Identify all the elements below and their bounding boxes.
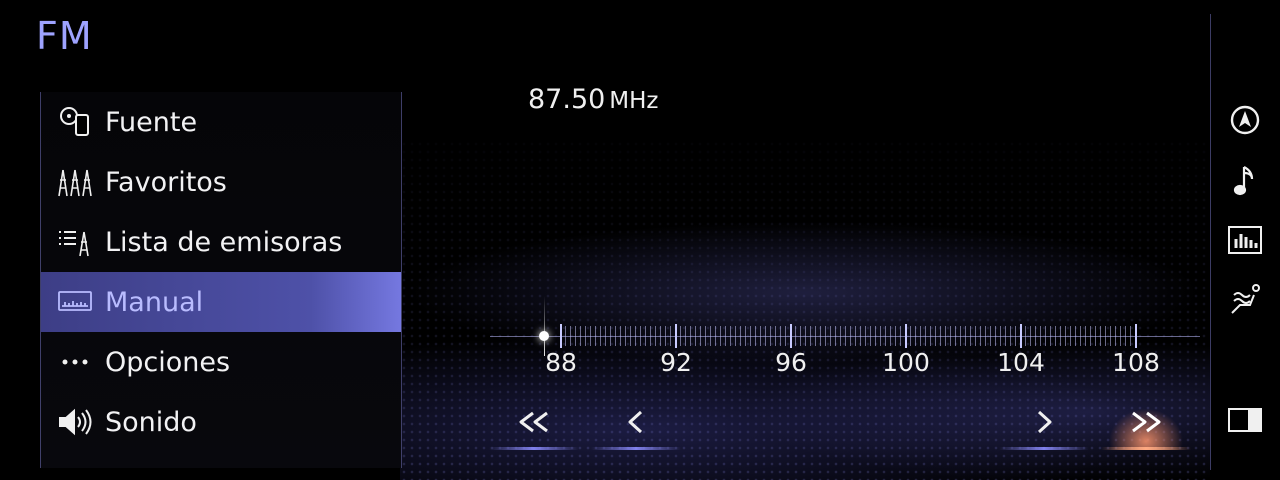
menu-item-sonido[interactable]: Sonido <box>41 392 401 452</box>
menu-item-label: Lista de emisoras <box>105 226 343 258</box>
menu-item-label: Favoritos <box>105 166 227 198</box>
menu-item-fuente[interactable]: Fuente <box>41 92 401 152</box>
step-forward-button[interactable] <box>999 398 1089 450</box>
menu-item-opciones[interactable]: Opciones <box>41 332 401 392</box>
scale-major-tick <box>675 324 677 348</box>
manual-tuning-icon <box>55 282 95 322</box>
equalizer-icon <box>1228 226 1262 258</box>
scale-major-tick <box>790 324 792 348</box>
source-icon <box>55 102 95 142</box>
menu-item-label: Manual <box>105 286 204 318</box>
source-menu: Fuente Favoritos Lista de emisoras Manua… <box>40 92 402 468</box>
seat-climate-icon <box>1228 283 1262 321</box>
frequency-value: 87.50 <box>528 84 606 115</box>
music-note-icon <box>1233 163 1257 201</box>
scale-label: 104 <box>997 348 1045 377</box>
side-divider <box>1210 14 1211 470</box>
split-screen-icon <box>1228 408 1262 436</box>
scale-label: 92 <box>660 348 692 377</box>
tuning-needle-handle[interactable] <box>539 331 549 341</box>
speaker-icon <box>55 402 95 442</box>
equalizer-button[interactable] <box>1222 219 1268 265</box>
scale-label: 88 <box>545 348 577 377</box>
favorites-antenna-icon <box>55 162 95 202</box>
menu-item-label: Sonido <box>105 406 197 438</box>
scale-major-tick <box>905 324 907 348</box>
scale-label: 108 <box>1112 348 1160 377</box>
menu-item-label: Opciones <box>105 346 231 378</box>
button-underline <box>489 447 579 450</box>
seek-forward-icon <box>1128 410 1164 438</box>
menu-item-lista-de-emisoras[interactable]: Lista de emisoras <box>41 212 401 272</box>
seek-forward-button[interactable] <box>1101 398 1191 450</box>
navigation-button[interactable] <box>1222 99 1268 145</box>
menu-item-favoritos[interactable]: Favoritos <box>41 152 401 212</box>
step-forward-icon <box>1034 409 1054 439</box>
more-dots-icon <box>55 342 95 382</box>
button-underline <box>999 447 1089 450</box>
scale-major-tick <box>1020 324 1022 348</box>
split-screen-button[interactable] <box>1222 399 1268 445</box>
scale-major-tick <box>1135 324 1137 348</box>
frequency-unit: MHz <box>609 88 659 114</box>
frequency-display: 87.50 MHz <box>528 84 659 115</box>
scale-minor-ticks <box>560 326 1140 346</box>
station-list-icon <box>55 222 95 262</box>
menu-item-manual[interactable]: Manual <box>41 272 401 332</box>
button-underline <box>1101 447 1191 450</box>
tuning-needle <box>544 296 545 356</box>
scale-label: 96 <box>775 348 807 377</box>
scale-major-tick <box>560 324 562 348</box>
scale-label: 100 <box>882 348 930 377</box>
button-underline <box>591 447 681 450</box>
tuning-scale[interactable]: 88 92 96 100 104 108 <box>490 296 1210 390</box>
audio-button[interactable] <box>1222 159 1268 205</box>
page-title: FM <box>36 14 93 58</box>
menu-item-label: Fuente <box>105 106 198 138</box>
seek-back-icon <box>516 410 552 438</box>
step-back-icon <box>626 409 646 439</box>
climate-button[interactable] <box>1222 279 1268 325</box>
seek-back-button[interactable] <box>489 398 579 450</box>
navigation-icon <box>1230 105 1260 139</box>
step-back-button[interactable] <box>591 398 681 450</box>
